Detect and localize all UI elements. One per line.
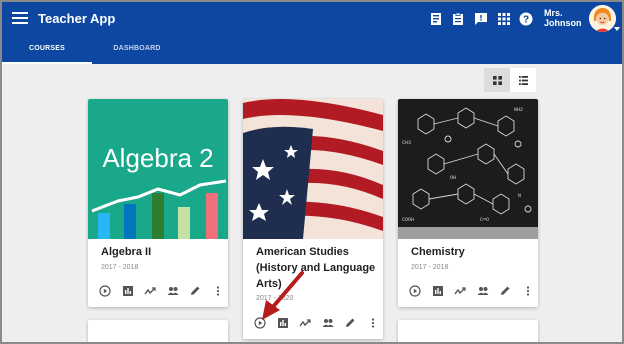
algebra-image-text: Algebra 2 (102, 143, 213, 173)
play-icon[interactable] (404, 283, 427, 299)
app-title: Teacher App (38, 11, 116, 26)
menu-icon[interactable] (12, 12, 28, 26)
course-year: 2017 - 2018 (101, 264, 139, 271)
course-card-american-studies[interactable]: American Studies (History and Language A… (243, 99, 383, 339)
report-icon[interactable] (427, 283, 450, 299)
app-bar: Teacher App ? Mrs. Johnson COURSES DASHB… (2, 2, 622, 64)
apps-icon[interactable] (497, 12, 511, 26)
course-image-chemistry[interactable]: CH3 OH NH2 COOH C=O N (398, 99, 538, 239)
clipboard-icon[interactable] (451, 12, 465, 26)
report-icon[interactable] (272, 315, 295, 331)
course-title[interactable]: Algebra II (101, 244, 221, 260)
tab-dashboard[interactable]: DASHBOARD (92, 38, 182, 64)
course-year: 2017 - 2018 (411, 264, 449, 271)
list-view-button[interactable] (510, 68, 536, 92)
svg-text:C=O: C=O (480, 217, 489, 223)
more-icon[interactable] (362, 315, 384, 331)
course-card-partial[interactable] (88, 320, 228, 342)
people-icon[interactable] (162, 283, 185, 299)
user-name: Mrs. Johnson (544, 8, 582, 28)
course-card-algebra[interactable]: Algebra 2 Algebra II 2017 - 2018 (88, 99, 228, 307)
tab-courses[interactable]: COURSES (2, 38, 92, 64)
more-icon[interactable] (517, 283, 539, 299)
grid-view-button[interactable] (484, 68, 510, 92)
course-title[interactable]: American Studies (History and Language A… (256, 244, 376, 292)
edit-icon[interactable] (339, 315, 362, 331)
course-year: 2017 - 2020 (256, 295, 294, 302)
list-icon (518, 75, 528, 85)
people-icon[interactable] (472, 283, 495, 299)
svg-text:N: N (518, 193, 521, 199)
svg-text:?: ? (523, 15, 529, 26)
feedback-icon[interactable] (474, 12, 488, 26)
tab-bar: COURSES DASHBOARD (2, 38, 622, 64)
trending-icon[interactable] (449, 283, 472, 299)
help-icon[interactable]: ? (519, 12, 533, 26)
course-card-chemistry[interactable]: CH3 OH NH2 COOH C=O N Chemistry 2017 - 2… (398, 99, 538, 307)
window-frame: Teacher App ? Mrs. Johnson COURSES DASHB… (0, 0, 624, 344)
play-icon[interactable] (94, 283, 117, 299)
edit-icon[interactable] (184, 283, 207, 299)
people-icon[interactable] (317, 315, 340, 331)
svg-text:CH3: CH3 (402, 140, 411, 146)
svg-text:COOH: COOH (402, 217, 414, 223)
course-card-partial[interactable] (398, 320, 538, 342)
book-icon[interactable] (429, 12, 443, 26)
report-icon[interactable] (117, 283, 140, 299)
edit-icon[interactable] (494, 283, 517, 299)
grid-icon (492, 75, 502, 85)
avatar[interactable] (589, 5, 616, 32)
toolbar: Teacher App ? Mrs. Johnson (2, 2, 622, 38)
svg-text:NH2: NH2 (514, 107, 523, 113)
more-icon[interactable] (207, 283, 229, 299)
trending-icon[interactable] (294, 315, 317, 331)
course-image-algebra[interactable]: Algebra 2 (88, 99, 228, 239)
chevron-down-icon[interactable] (614, 27, 620, 31)
trending-icon[interactable] (139, 283, 162, 299)
course-image-american-flag[interactable] (243, 99, 383, 239)
play-icon[interactable] (249, 315, 272, 331)
svg-text:OH: OH (450, 175, 456, 181)
course-title[interactable]: Chemistry (411, 244, 531, 260)
